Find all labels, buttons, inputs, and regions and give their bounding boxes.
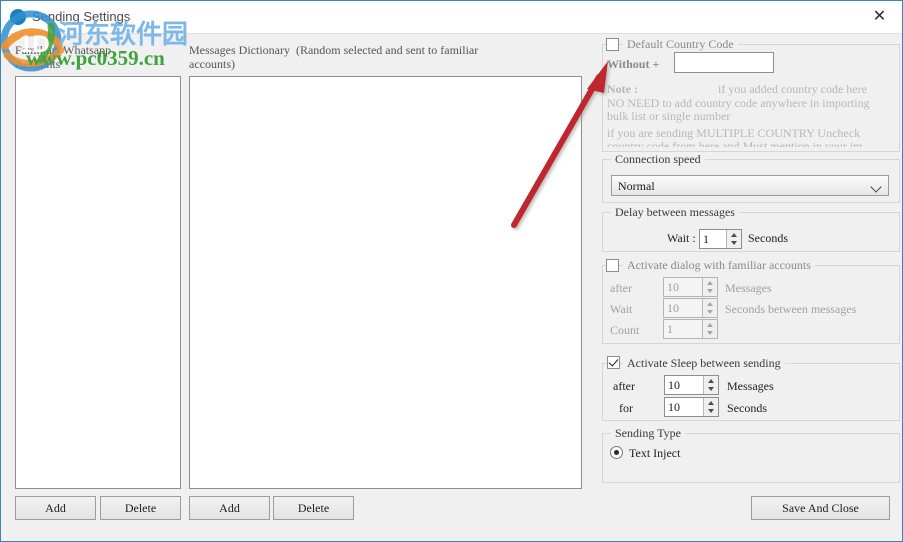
- activate-sleep-row-0-suffix: Messages: [727, 379, 774, 393]
- activate-dialog-row-0-suffix: Messages: [725, 281, 772, 295]
- activate-dialog-title: Activate dialog with familiar accounts: [623, 258, 815, 273]
- spinner-up-icon: [703, 299, 717, 308]
- note-line-4: country code from here and Must mention …: [607, 139, 863, 147]
- connection-speed-value: Normal: [618, 179, 655, 193]
- note-text-block: if you added country code here NO NEED t…: [607, 82, 900, 147]
- activate-dialog-row-1-value: 10: [667, 301, 679, 315]
- activate-dialog-row-2-label: Count: [610, 323, 640, 337]
- chevron-down-icon: [870, 181, 882, 193]
- activate-dialog-row-0-arrows: [702, 278, 717, 296]
- sending-type-text-inject-radio[interactable]: [610, 446, 623, 459]
- activate-dialog-row-2-arrows: [702, 320, 717, 338]
- spinner-up-icon[interactable]: [704, 376, 718, 385]
- spinner-down-icon[interactable]: [727, 239, 741, 248]
- delay-wait-value: 1: [703, 232, 709, 246]
- spinner-down-icon: [703, 329, 717, 338]
- messages-delete-button[interactable]: Delete: [273, 496, 354, 520]
- activate-sleep-row-0-stepper[interactable]: 10: [664, 375, 719, 395]
- sending-type-text-inject-label: Text Inject: [629, 446, 681, 460]
- delay-wait-arrows[interactable]: [726, 230, 741, 248]
- spinner-down-icon: [703, 287, 717, 296]
- activate-sleep-row-1-arrows[interactable]: [703, 398, 718, 416]
- default-country-code-checkbox[interactable]: [606, 38, 619, 51]
- sending-settings-window: Sending Settings ✕ 1D 河东软件园 www.pc0359.c…: [0, 0, 903, 542]
- activate-dialog-row-1-label: Wait: [610, 302, 633, 316]
- note-line-0: if you added country code here: [718, 82, 867, 96]
- activate-dialog-row-1-arrows: [702, 299, 717, 317]
- spinner-up-icon: [703, 320, 717, 329]
- activate-sleep-row-0-value: 10: [668, 378, 680, 392]
- familiars-accounts-listbox[interactable]: [15, 76, 181, 489]
- familiars-add-button[interactable]: Add: [15, 496, 96, 520]
- familiars-delete-button[interactable]: Delete: [100, 496, 181, 520]
- activate-dialog-row-0-label: after: [610, 281, 632, 295]
- messages-dictionary-label: Messages Dictionary (Random selected and…: [189, 43, 479, 71]
- note-line-2: bulk list or single number: [607, 109, 731, 123]
- activate-dialog-row-1-suffix: Seconds between messages: [725, 302, 857, 316]
- messages-add-button[interactable]: Add: [189, 496, 270, 520]
- close-icon[interactable]: ✕: [857, 1, 902, 33]
- sending-type-title: Sending Type: [611, 426, 685, 441]
- activate-dialog-row-2-stepper: 1: [663, 319, 718, 339]
- activate-sleep-row-0-arrows[interactable]: [703, 376, 718, 394]
- title-bar: Sending Settings ✕: [1, 1, 902, 34]
- save-and-close-button[interactable]: Save And Close: [751, 496, 890, 520]
- spinner-down-icon[interactable]: [704, 407, 718, 416]
- delay-wait-stepper[interactable]: 1: [699, 229, 742, 249]
- activate-dialog-checkbox[interactable]: [606, 259, 619, 272]
- spinner-up-icon[interactable]: [727, 230, 741, 239]
- spinner-up-icon: [703, 278, 717, 287]
- spinner-down-icon[interactable]: [704, 385, 718, 394]
- delay-between-messages-title: Delay between messages: [611, 205, 739, 220]
- delay-seconds-label: Seconds: [748, 231, 788, 245]
- familiars-accounts-label: Familiars Whatsapp Accounts: [15, 43, 112, 71]
- activate-dialog-row-2-value: 1: [667, 322, 673, 336]
- activate-dialog-row-0-value: 10: [667, 280, 679, 294]
- messages-dictionary-listbox[interactable]: [189, 76, 582, 489]
- connection-speed-title: Connection speed: [611, 152, 705, 167]
- activate-sleep-row-1-value: 10: [668, 400, 680, 414]
- activate-sleep-row-0-label: after: [613, 379, 635, 393]
- window-title: Sending Settings: [32, 9, 131, 24]
- spinner-down-icon: [703, 308, 717, 317]
- activate-dialog-row-1-stepper: 10: [663, 298, 718, 318]
- activate-sleep-checkbox[interactable]: [607, 356, 620, 369]
- activate-sleep-row-1-suffix: Seconds: [727, 401, 767, 415]
- connection-speed-select[interactable]: Normal: [611, 175, 889, 196]
- app-icon: [10, 9, 26, 25]
- activate-sleep-title: Activate Sleep between sending: [623, 356, 785, 371]
- spinner-up-icon[interactable]: [704, 398, 718, 407]
- without-plus-label: Without +: [607, 57, 660, 71]
- country-code-input[interactable]: [674, 52, 774, 73]
- activate-dialog-row-0-stepper: 10: [663, 277, 718, 297]
- activate-sleep-row-1-label: for: [619, 401, 633, 415]
- activate-sleep-row-1-stepper[interactable]: 10: [664, 397, 719, 417]
- default-country-code-title: Default Country Code: [623, 37, 738, 52]
- delay-wait-label: Wait :: [667, 231, 696, 245]
